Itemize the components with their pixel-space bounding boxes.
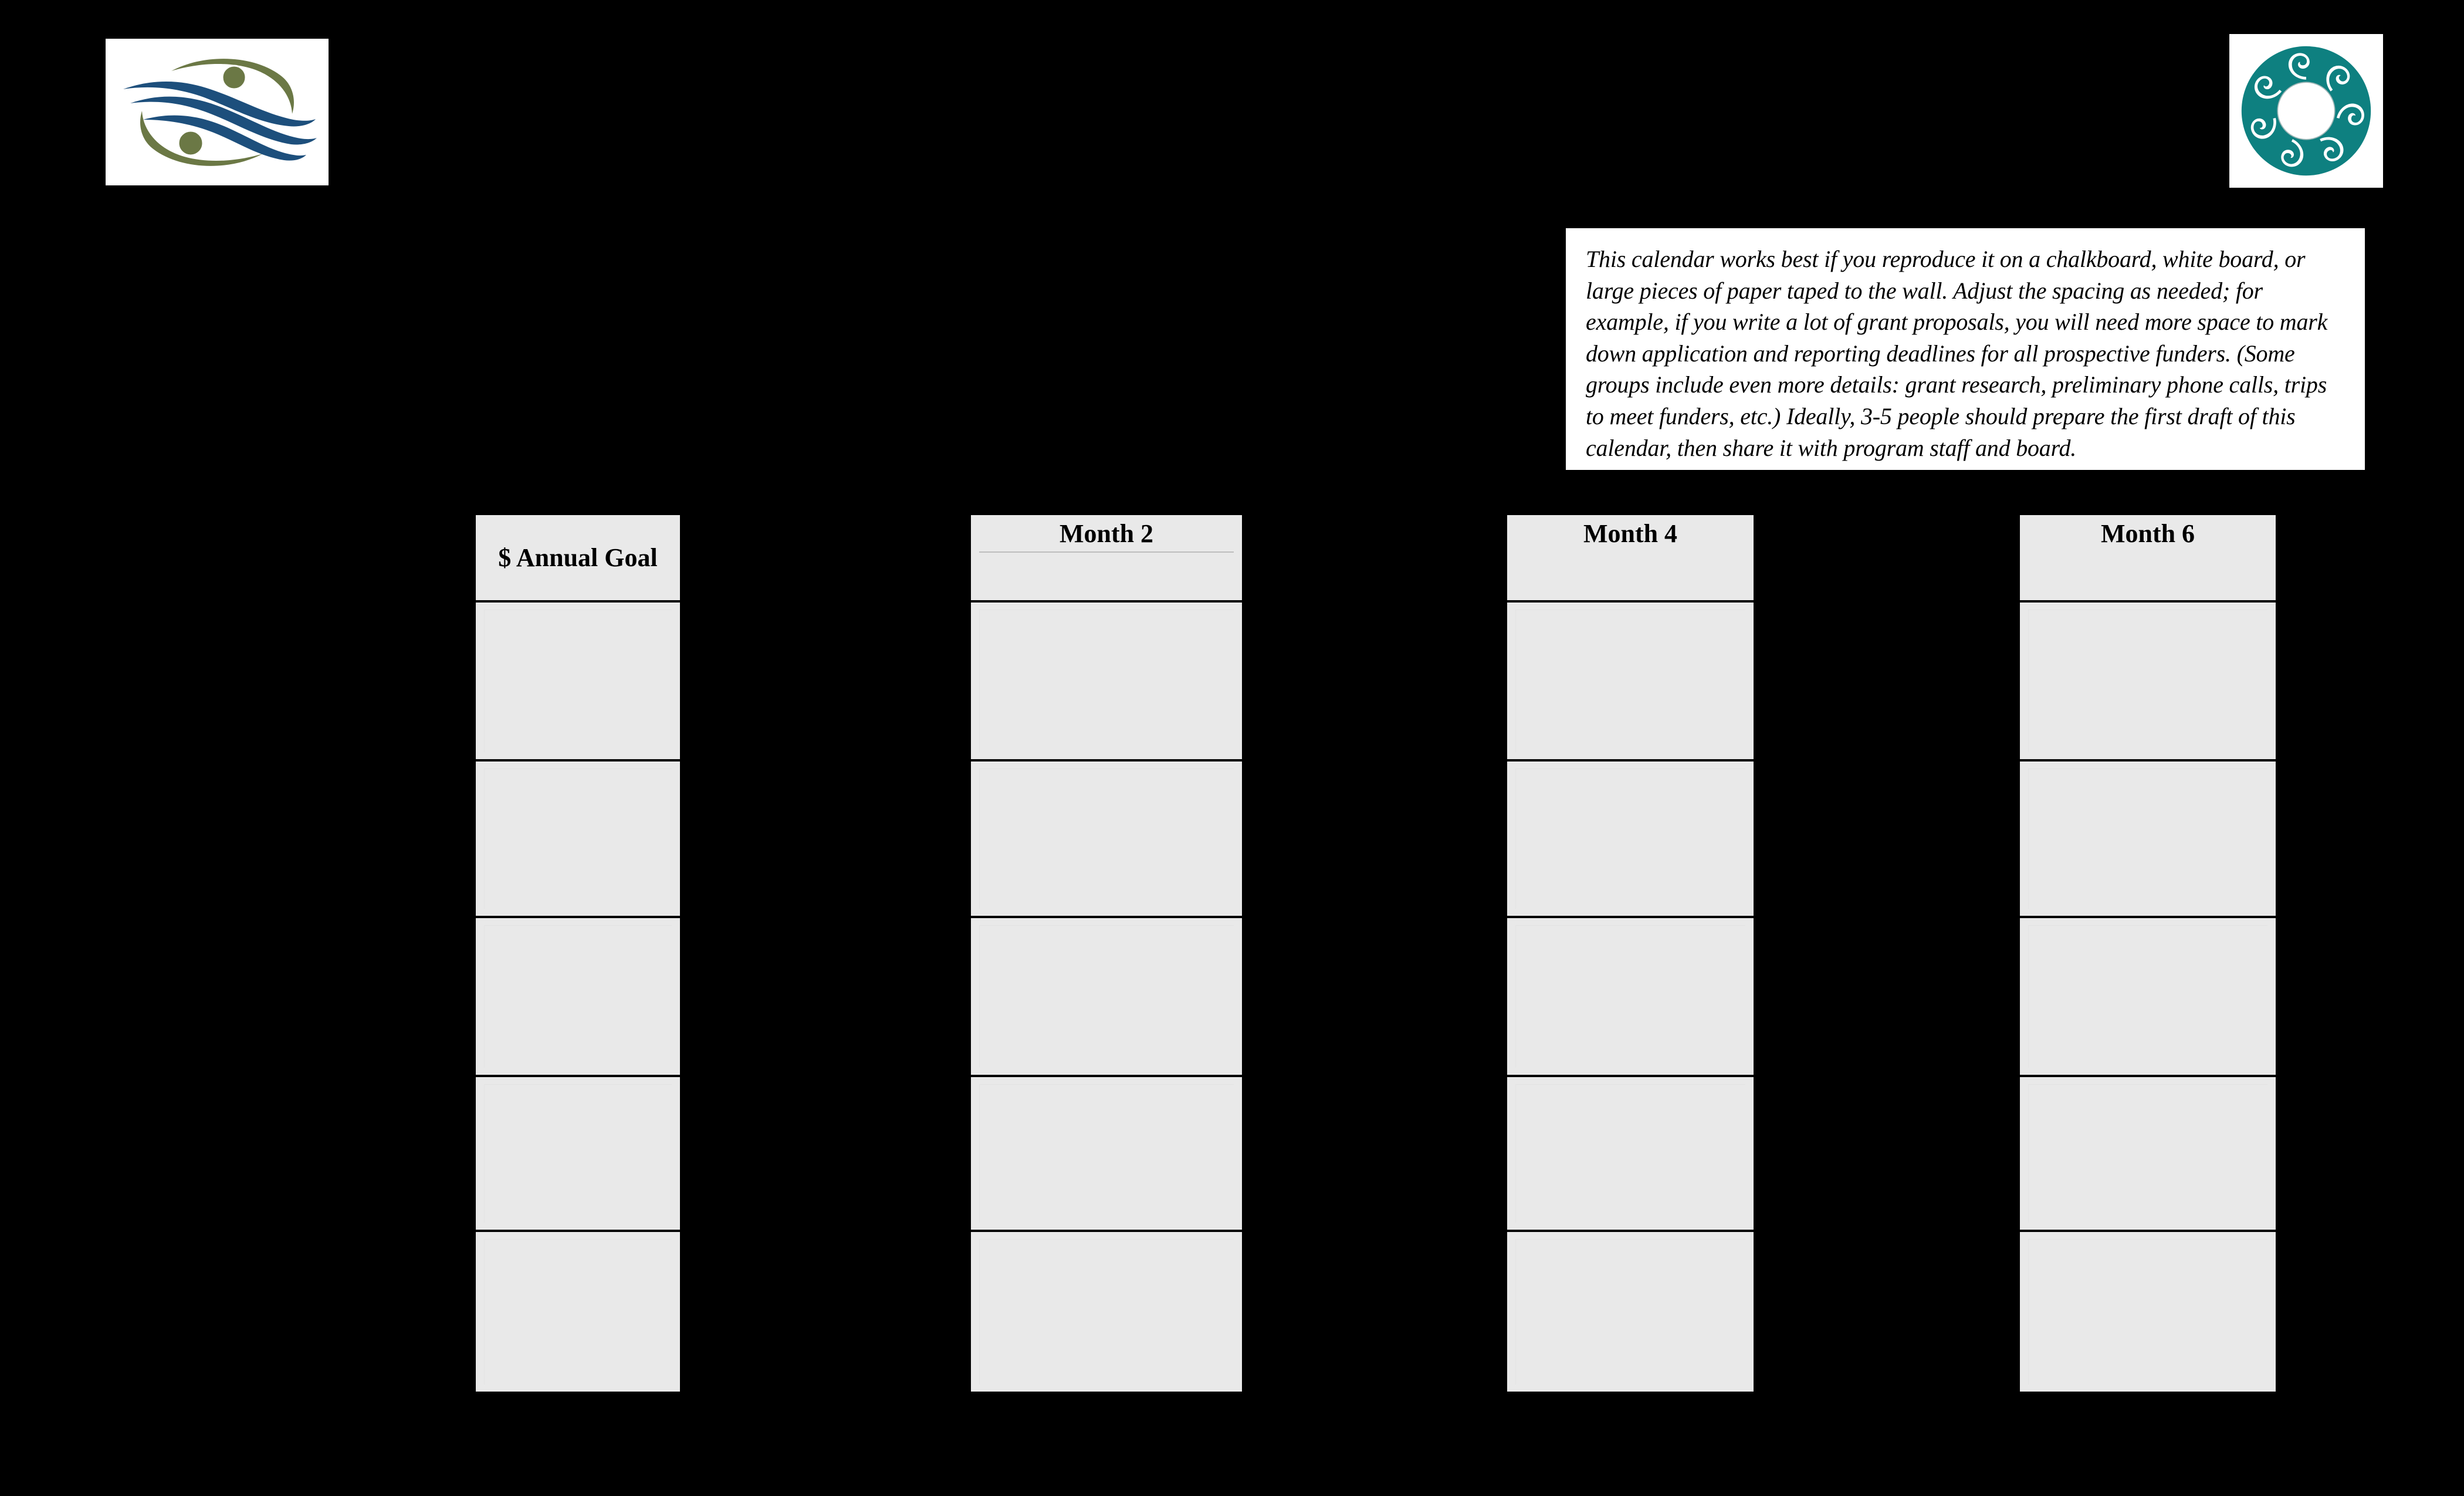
teal-sun-circle-logo-art [2241, 46, 2371, 176]
column-header-annual-goal: $ Annual Goal [476, 515, 680, 603]
waves-people-logo-art [123, 58, 317, 166]
cell-guide [2028, 925, 2267, 1068]
header-divider-rule [979, 551, 1234, 553]
waves-people-logo [106, 39, 329, 185]
calendar-cell[interactable] [2020, 1232, 2276, 1392]
calendar-cell[interactable] [476, 1077, 680, 1233]
calendar-cell[interactable] [1507, 918, 1754, 1078]
calendar-cell[interactable] [2020, 603, 2276, 762]
instruction-note: This calendar works best if you reproduc… [1563, 226, 2367, 472]
column-header-month-2: Month 2 [971, 515, 1242, 603]
calendar-cell[interactable] [1507, 603, 1754, 762]
column-header-label: Month 6 [2100, 519, 2195, 548]
cell-guide [2028, 769, 2267, 909]
instruction-note-text: This calendar works best if you reproduc… [1586, 246, 2328, 461]
calendar-cell[interactable] [971, 918, 1242, 1078]
calendar-cell[interactable] [971, 761, 1242, 919]
calendar-cell[interactable] [2020, 1077, 2276, 1233]
calendar-cell[interactable] [476, 603, 680, 762]
cell-guide [484, 769, 672, 909]
calendar-column-month-4[interactable]: Month 4 [1505, 513, 1755, 1393]
calendar-cell[interactable] [476, 1232, 680, 1392]
cell-guide [979, 925, 1234, 1068]
calendar-cell[interactable] [476, 761, 680, 919]
column-header-month-4: Month 4 [1507, 515, 1754, 603]
calendar-column-month-2[interactable]: Month 2 [969, 513, 1244, 1393]
column-header-label: $ Annual Goal [498, 543, 658, 573]
cell-guide [1515, 1239, 1745, 1385]
cell-guide [979, 610, 1234, 753]
cell-guide [979, 1239, 1234, 1385]
cell-guide [1515, 1084, 1745, 1223]
column-header-month-6: Month 6 [2020, 515, 2276, 603]
cell-guide [979, 769, 1234, 909]
calendar-cell[interactable] [1507, 1077, 1754, 1233]
calendar-cell[interactable] [971, 603, 1242, 762]
cell-guide [2028, 1239, 2267, 1385]
calendar-column-annual-goal[interactable]: $ Annual Goal [474, 513, 682, 1393]
cell-guide [1515, 610, 1745, 753]
calendar-cell[interactable] [1507, 761, 1754, 919]
cell-guide [484, 610, 672, 753]
calendar-cell[interactable] [476, 918, 680, 1078]
cell-guide [484, 925, 672, 1068]
column-header-label: Month 2 [1059, 519, 1154, 548]
calendar-cell[interactable] [2020, 761, 2276, 919]
calendar-cell[interactable] [1507, 1232, 1754, 1392]
cell-guide [979, 1084, 1234, 1223]
calendar-cell[interactable] [971, 1232, 1242, 1392]
calendar-cell[interactable] [2020, 918, 2276, 1078]
cell-guide [1515, 769, 1745, 909]
column-header-label: Month 4 [1583, 519, 1678, 548]
cell-guide [484, 1084, 672, 1223]
calendar-column-month-6[interactable]: Month 6 [2018, 513, 2277, 1393]
cell-guide [2028, 1084, 2267, 1223]
teal-sun-circle-logo [2229, 34, 2383, 188]
cell-guide [1515, 925, 1745, 1068]
cell-guide [2028, 610, 2267, 753]
calendar-cell[interactable] [971, 1077, 1242, 1233]
cell-guide [484, 1239, 672, 1385]
